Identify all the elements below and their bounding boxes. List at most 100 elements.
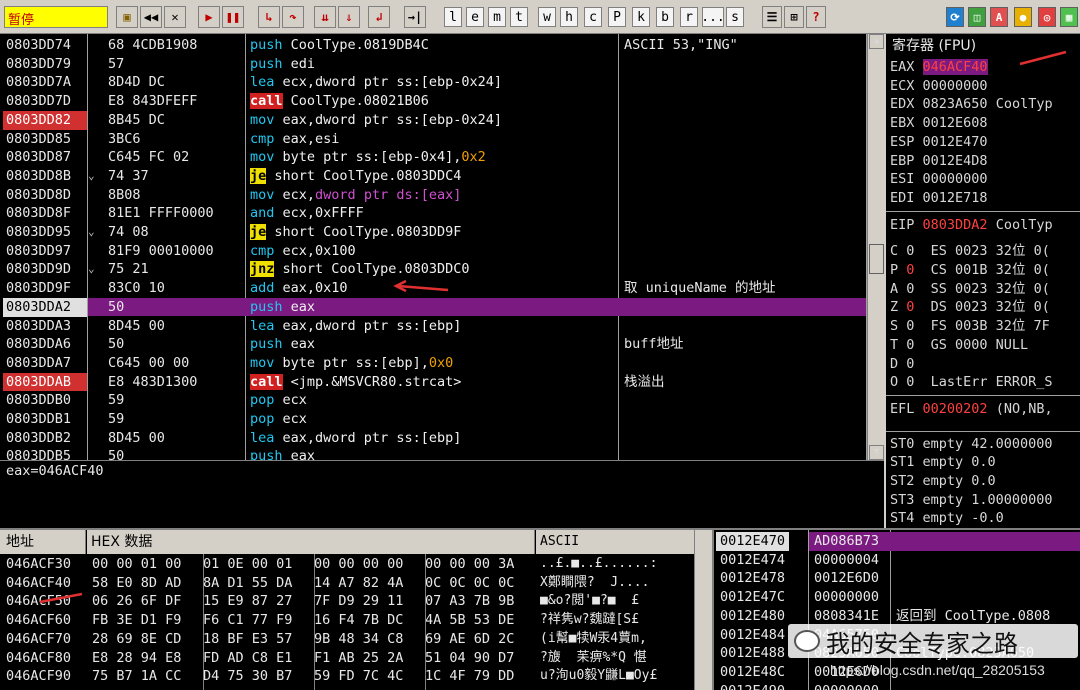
pause-icon[interactable]: ❚❚ bbox=[222, 6, 244, 28]
plugin-grid-icon[interactable]: ▦ bbox=[1060, 7, 1078, 27]
call-stack-button[interactable]: k bbox=[632, 7, 650, 27]
disasm-row[interactable]: 0803DD8B ⌄ 74 37 je short CoolType.0803DDC4 bbox=[0, 167, 866, 186]
dump-row[interactable]: 046ACF40 58 E0 8D AD 8A D1 55 DA 14 A7 82 4… bbox=[0, 574, 694, 593]
disasm-row[interactable]: 0803DD82 8B45 DC mov eax,dword ptr ss:[ebp… bbox=[0, 110, 866, 130]
disasm-row[interactable]: 0803DDB0 59 pop ecx bbox=[0, 391, 866, 410]
flag-row[interactable]: A 0 SS 0023 32位 0( bbox=[890, 280, 1050, 299]
disasm-row[interactable]: 0803DD79 57 push edi bbox=[0, 55, 866, 74]
register-value[interactable]: 046ACF40 bbox=[922, 59, 988, 75]
dump-row[interactable]: 046ACF50 06 26 6F DF 15 E9 87 27 7F D9 29 1… bbox=[0, 592, 694, 611]
flag-row[interactable]: T 0 GS 0000 NULL bbox=[890, 336, 1028, 355]
stack-value: 00000000 bbox=[814, 589, 880, 606]
disasm-row[interactable]: 0803DDA6 50 push eax buff地址 bbox=[0, 335, 866, 354]
disasm-row[interactable]: 0803DDB2 8D45 00 lea eax,dword ptr ss:[ebp… bbox=[0, 429, 866, 448]
dump-row[interactable]: 046ACF80 E8 28 94 E8 FD AD C8 E1 F1 AB 25 2… bbox=[0, 649, 694, 668]
help-icon[interactable]: ? bbox=[806, 6, 826, 28]
dump-row[interactable]: 046ACF70 28 69 8E CD 18 BF E3 57 9B 48 34 C… bbox=[0, 630, 694, 649]
step-into-icon[interactable]: ↳ bbox=[258, 6, 280, 28]
fpu-row[interactable]: ST3 empty 1.00000000 bbox=[890, 491, 1053, 510]
register-value[interactable]: 00000000 bbox=[923, 171, 988, 187]
memory-map-button[interactable]: m bbox=[488, 7, 506, 27]
flag-row[interactable]: Z 0 DS 0023 32位 0( bbox=[890, 298, 1050, 317]
plugin-refresh-icon[interactable]: ⟳ bbox=[946, 7, 964, 27]
stack-row[interactable]: 0012E490 00000000 bbox=[714, 682, 1080, 690]
dump-header-addr[interactable]: 地址 bbox=[0, 530, 86, 554]
flag-row[interactable]: P 0 CS 001B 32位 0( bbox=[890, 261, 1050, 280]
dump-header-ascii[interactable]: ASCII bbox=[536, 530, 694, 554]
register-value[interactable]: 0803DDA2 bbox=[923, 217, 988, 233]
plugin-a-icon[interactable]: A bbox=[990, 7, 1008, 27]
register-value[interactable]: 0012E4D8 bbox=[923, 153, 988, 169]
fpu-row[interactable]: ST4 empty -0.0 bbox=[890, 509, 1004, 528]
fpu-row[interactable]: ST2 empty 0.0 bbox=[890, 472, 996, 491]
disasm-row[interactable]: 0803DD95 ⌄ 74 08 je short CoolType.0803DD9F bbox=[0, 223, 866, 242]
log-window-button[interactable]: l bbox=[444, 7, 462, 27]
stack-row[interactable]: 0012E478 0012E6D0 bbox=[714, 569, 1080, 588]
register-value[interactable]: 0012E718 bbox=[923, 190, 988, 206]
stack-address: 0012E48C bbox=[720, 663, 786, 680]
flag-row[interactable]: S 0 FS 003B 32位 7F bbox=[890, 317, 1050, 336]
close-icon[interactable]: ✕ bbox=[164, 6, 186, 28]
disasm-row[interactable]: 0803DDA2 50 push eax bbox=[0, 297, 866, 317]
restart-icon[interactable]: ◀◀ bbox=[140, 6, 162, 28]
register-value[interactable]: 0012E470 bbox=[923, 134, 988, 150]
references-button[interactable]: r bbox=[680, 7, 698, 27]
fpu-row[interactable]: ST0 empty 42.0000000 bbox=[890, 435, 1053, 454]
disasm-row[interactable]: 0803DD7D E8 843DFEFF call CoolType.08021B0… bbox=[0, 92, 866, 111]
cpu-button[interactable]: c bbox=[584, 7, 602, 27]
flag-row[interactable]: O 0 LastErr ERROR_S bbox=[890, 373, 1053, 392]
disasm-row[interactable]: 0803DD7A 8D4D DC lea ecx,dword ptr ss:[ebp… bbox=[0, 73, 866, 92]
step-over-icon[interactable]: ↷ bbox=[282, 6, 304, 28]
dump-row[interactable]: 046ACF90 75 B7 1A CC D4 75 30 B7 59 FD 7C 4… bbox=[0, 667, 694, 686]
executable-modules-button[interactable]: e bbox=[466, 7, 484, 27]
disasm-row[interactable]: 0803DDA7 C645 00 00 mov byte ptr ss:[ebp],… bbox=[0, 354, 866, 373]
fpu-row[interactable]: ST1 empty 0.0 bbox=[890, 453, 996, 472]
disasm-row[interactable]: 0803DD74 68 4CDB1908 push CoolType.0819DB4… bbox=[0, 36, 866, 55]
disasm-row[interactable]: 0803DD87 C645 FC 02 mov byte ptr ss:[ebp-0… bbox=[0, 148, 866, 167]
dump-row[interactable]: 046ACF30 00 00 01 00 01 0E 00 01 00 00 00 0… bbox=[0, 555, 694, 574]
disasm-row[interactable]: 0803DD97 81F9 00010000 cmp ecx,0x100 bbox=[0, 242, 866, 261]
disasm-row[interactable]: 0803DDB1 59 pop ecx bbox=[0, 410, 866, 429]
disasm-address: 0803DD9D bbox=[6, 261, 72, 278]
disasm-row[interactable]: 0803DD8F 81E1 FFFF0000 and ecx,0xFFFF bbox=[0, 204, 866, 223]
register-value[interactable]: 0012E608 bbox=[923, 115, 988, 131]
disasm-instruction: lea ecx,dword ptr ss:[ebp-0x24] bbox=[250, 73, 502, 92]
disasm-row[interactable]: 0803DDB5 50 push eax bbox=[0, 447, 866, 460]
dump-scrollbar[interactable] bbox=[694, 530, 712, 690]
disasm-scrollbar[interactable]: ▲ ▼ bbox=[867, 34, 884, 460]
source-button[interactable]: s bbox=[726, 7, 744, 27]
list-icon[interactable]: ☰ bbox=[762, 6, 782, 28]
disasm-address: 0803DD87 bbox=[6, 149, 72, 166]
dump-header-hex[interactable]: HEX 数据 bbox=[87, 530, 535, 554]
stack-row[interactable]: 0012E470 AD086B73 bbox=[714, 532, 1080, 551]
options-icon[interactable]: ⊞ bbox=[784, 6, 804, 28]
plugin-record-icon[interactable]: ● bbox=[1014, 7, 1032, 27]
handles-button[interactable]: h bbox=[560, 7, 578, 27]
register-value[interactable]: 0823A650 bbox=[923, 96, 988, 112]
disasm-row[interactable]: 0803DD8D 8B08 mov ecx,dword ptr ds:[eax] bbox=[0, 186, 866, 205]
breakpoints-button[interactable]: b bbox=[656, 7, 674, 27]
flag-row[interactable]: C 0 ES 0023 32位 0( bbox=[890, 242, 1050, 261]
disasm-row[interactable]: 0803DD85 3BC6 cmp eax,esi bbox=[0, 130, 866, 149]
register-value[interactable]: 00000000 bbox=[923, 78, 988, 94]
run-icon[interactable]: ▶ bbox=[198, 6, 220, 28]
open-icon[interactable]: ▣ bbox=[116, 6, 138, 28]
disasm-row[interactable]: 0803DDAB E8 483D1300 call <jmp.&MSVCR80.st… bbox=[0, 372, 866, 392]
execute-till-return-icon[interactable]: ↲ bbox=[368, 6, 390, 28]
disasm-row[interactable]: 0803DD9D ⌄ 75 21 jnz short CoolType.0803DDC… bbox=[0, 260, 866, 279]
flag-row[interactable]: D 0 bbox=[890, 355, 914, 374]
threads-button[interactable]: t bbox=[510, 7, 528, 27]
plugin-graph-icon[interactable]: ◫ bbox=[968, 7, 986, 27]
stack-row[interactable]: 0012E47C 00000000 bbox=[714, 588, 1080, 607]
trace-into-icon[interactable]: ⇊ bbox=[314, 6, 336, 28]
stack-row[interactable]: 0012E474 00000004 bbox=[714, 551, 1080, 570]
disasm-row[interactable]: 0803DDA3 8D45 00 lea eax,dword ptr ss:[ebp… bbox=[0, 317, 866, 336]
plugin-target-icon[interactable]: ◎ bbox=[1038, 7, 1056, 27]
patches-button[interactable]: P bbox=[608, 7, 626, 27]
register-value[interactable]: 00200202 bbox=[923, 401, 988, 417]
dump-row[interactable]: 046ACF60 FB 3E D1 F9 F6 C1 77 F9 16 F4 7B D… bbox=[0, 611, 694, 630]
windows-button[interactable]: w bbox=[538, 7, 556, 27]
trace-over-icon[interactable]: ⇓ bbox=[338, 6, 360, 28]
goto-icon[interactable]: →| bbox=[404, 6, 426, 28]
run-trace-button[interactable]: ... bbox=[701, 7, 725, 27]
